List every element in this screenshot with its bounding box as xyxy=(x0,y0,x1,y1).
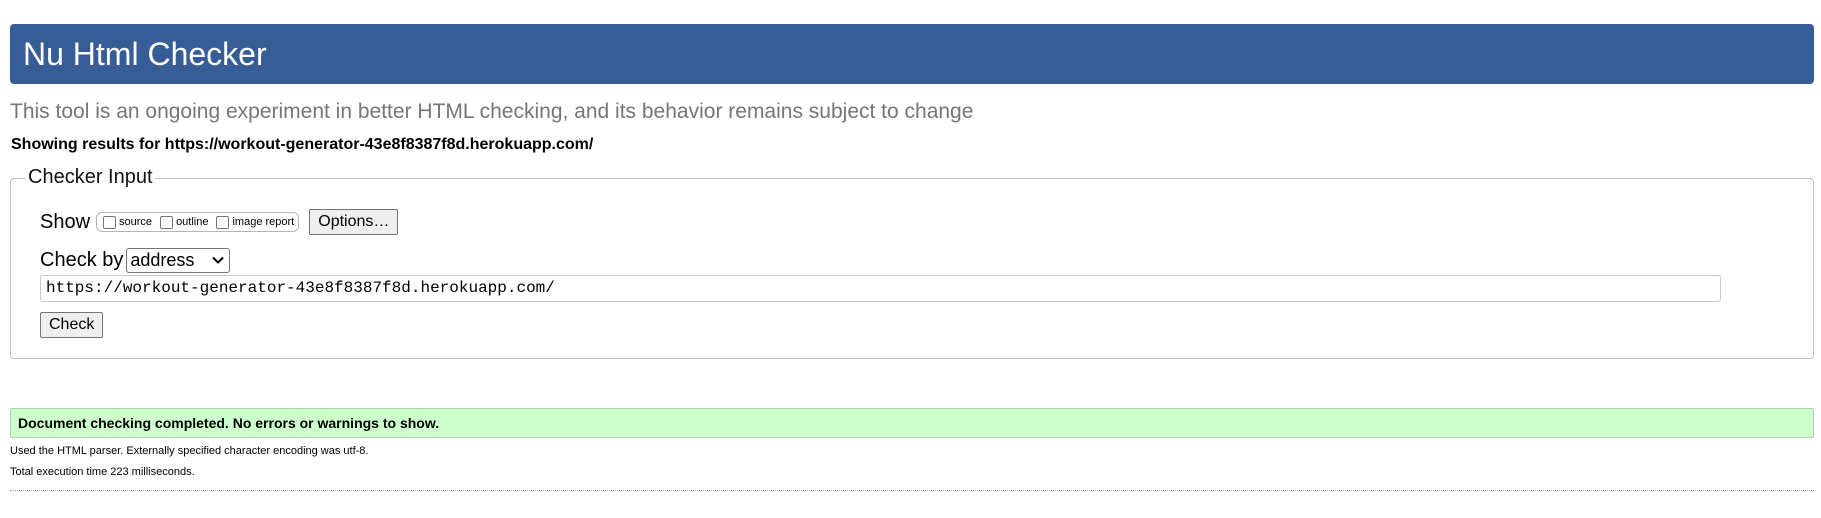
show-option-image-report[interactable]: image report xyxy=(214,215,295,229)
show-option-outline[interactable]: outline xyxy=(158,215,209,229)
source-checkbox[interactable] xyxy=(103,215,117,229)
outline-checkbox[interactable] xyxy=(160,215,174,229)
image-report-checkbox[interactable] xyxy=(216,215,230,229)
check-by-select[interactable]: address xyxy=(126,247,231,273)
show-option-source[interactable]: source xyxy=(101,215,153,229)
divider xyxy=(10,490,1814,491)
check-by-label: Check by xyxy=(40,248,124,271)
checker-input-legend: Checker Input xyxy=(26,166,155,189)
show-options-group: source outline image report xyxy=(96,212,300,232)
page: Nu Html Checker This tool is an ongoing … xyxy=(0,0,1821,518)
options-button[interactable]: Options… xyxy=(309,209,399,235)
page-header: Nu Html Checker xyxy=(10,24,1814,84)
source-label: source xyxy=(119,216,153,228)
execution-time: Total execution time 223 milliseconds. xyxy=(10,466,195,478)
show-label: Show xyxy=(40,210,91,233)
show-options-row: Show source outline image report Options… xyxy=(40,206,399,238)
check-by-selected-value: address xyxy=(130,249,195,270)
url-input[interactable]: https://workout-generator-43e8f8387f8d.h… xyxy=(40,275,1721,302)
image-report-label: image report xyxy=(232,216,295,228)
tagline: This tool is an ongoing experiment in be… xyxy=(10,100,974,123)
page-title: Nu Html Checker xyxy=(23,36,267,72)
check-button[interactable]: Check xyxy=(40,312,104,338)
success-message: Document checking completed. No errors o… xyxy=(10,408,1814,438)
outline-label: outline xyxy=(176,216,209,228)
check-by-row: Check by address xyxy=(40,247,231,273)
chevron-down-icon xyxy=(212,256,225,264)
results-heading: Showing results for https://workout-gene… xyxy=(11,136,594,153)
parser-note: Used the HTML parser. Externally specifi… xyxy=(10,445,369,457)
